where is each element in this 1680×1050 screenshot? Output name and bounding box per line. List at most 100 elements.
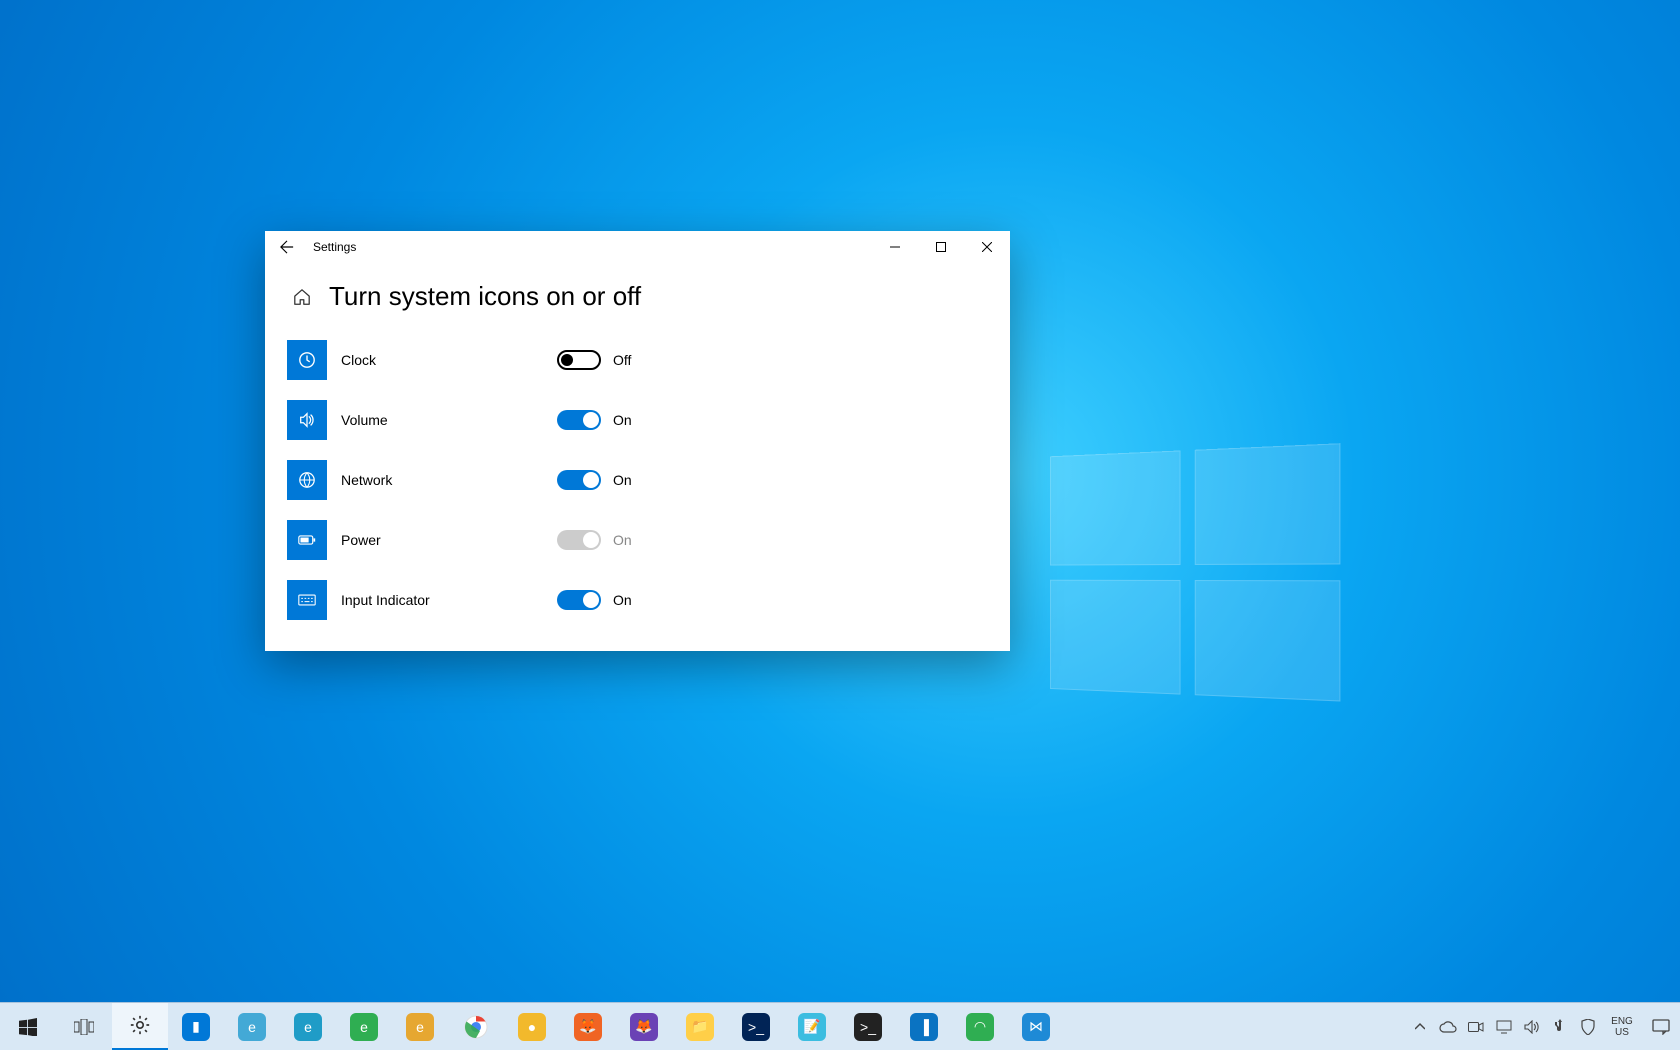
file-explorer-icon: 📁 <box>686 1013 714 1041</box>
keyboard-icon <box>287 580 327 620</box>
edge-beta-icon: e <box>294 1013 322 1041</box>
setting-label: Volume <box>327 412 557 428</box>
toggle-input-indicator[interactable] <box>557 590 601 610</box>
toggle-volume[interactable] <box>557 410 601 430</box>
vscode-icon: ⋈ <box>1022 1013 1050 1041</box>
setting-label: Clock <box>327 352 557 368</box>
taskbar-app-xbox[interactable]: ◠ <box>952 1003 1008 1050</box>
action-center-button[interactable] <box>1642 1003 1680 1050</box>
home-button[interactable] <box>287 282 317 312</box>
notification-icon <box>1652 1019 1670 1035</box>
toggle-state-label: On <box>601 592 632 608</box>
minimize-button[interactable] <box>872 231 918 263</box>
meet-now-icon[interactable] <box>1462 1003 1490 1050</box>
settings-window: Settings Turn system icons on or off Clo… <box>265 231 1010 651</box>
edge-dev-icon: e <box>350 1013 378 1041</box>
heading-row: Turn system icons on or off <box>265 263 1010 330</box>
volume-icon <box>287 400 327 440</box>
monitor-icon <box>1496 1020 1512 1034</box>
toggle-network[interactable] <box>557 470 601 490</box>
taskbar-app-phone[interactable]: ▮ <box>168 1003 224 1050</box>
firefox-dev-icon: 🦊 <box>630 1013 658 1041</box>
toggle-state-label: On <box>601 412 632 428</box>
setting-row-network: Network On <box>287 450 1010 510</box>
language-indicator[interactable]: ENG US <box>1602 1016 1642 1038</box>
start-icon <box>19 1018 37 1036</box>
taskbar-app-firefox[interactable]: 🦊 <box>560 1003 616 1050</box>
toggle-clock[interactable] <box>557 350 601 370</box>
desktop: Settings Turn system icons on or off Clo… <box>0 0 1680 1050</box>
toggle-state-label: On <box>601 472 632 488</box>
setting-row-clock: Clock Off <box>287 330 1010 390</box>
titlebar: Settings <box>265 231 1010 263</box>
toggle-state-label: Off <box>601 352 631 368</box>
firefox-icon: 🦊 <box>574 1013 602 1041</box>
taskbar: ▮eeee●🦊🦊📁>_📝>_▐◠⋈ <box>0 1002 1680 1050</box>
taskbar-app-file-explorer[interactable]: 📁 <box>672 1003 728 1050</box>
minimize-icon <box>890 242 900 252</box>
lang-top: ENG <box>1602 1016 1642 1027</box>
system-tray: ENG US <box>1406 1003 1680 1050</box>
taskbar-app-firefox-dev[interactable]: 🦊 <box>616 1003 672 1050</box>
task-view-icon <box>74 1019 94 1035</box>
camera-icon <box>1468 1021 1484 1033</box>
taskbar-app-task-view[interactable] <box>56 1003 112 1050</box>
taskbar-app-start[interactable] <box>0 1003 56 1050</box>
maximize-button[interactable] <box>918 231 964 263</box>
speaker-icon <box>1524 1020 1540 1034</box>
taskbar-app-edge[interactable]: e <box>224 1003 280 1050</box>
back-arrow-icon <box>280 240 294 254</box>
taskbar-app-chrome-canary[interactable]: ● <box>504 1003 560 1050</box>
security-tray-icon[interactable] <box>1574 1003 1602 1050</box>
clock-icon <box>287 340 327 380</box>
windows-logo-wallpaper <box>1050 443 1346 707</box>
taskbar-app-chrome[interactable] <box>448 1003 504 1050</box>
window-title: Settings <box>309 240 356 254</box>
phone-icon: ▮ <box>182 1013 210 1041</box>
edge-icon: e <box>238 1013 266 1041</box>
taskbar-app-powershell[interactable]: >_ <box>728 1003 784 1050</box>
setting-label: Network <box>327 472 557 488</box>
taskbar-app-edge-beta[interactable]: e <box>280 1003 336 1050</box>
toggle-power <box>557 530 601 550</box>
notepad-icon: 📝 <box>798 1013 826 1041</box>
powershell-icon: >_ <box>742 1013 770 1041</box>
taskbar-app-notepad[interactable]: 📝 <box>784 1003 840 1050</box>
shield-icon <box>1581 1019 1595 1035</box>
setting-row-input-indicator: Input Indicator On <box>287 570 1010 630</box>
settings-icon <box>129 1014 151 1036</box>
tray-overflow-button[interactable] <box>1406 1003 1434 1050</box>
chrome-canary-icon: ● <box>518 1013 546 1041</box>
setting-row-power: Power On <box>287 510 1010 570</box>
taskbar-app-photos[interactable]: ▐ <box>896 1003 952 1050</box>
terminal-icon: >_ <box>854 1013 882 1041</box>
taskbar-app-settings[interactable] <box>112 1003 168 1050</box>
cloud-icon <box>1439 1021 1457 1033</box>
close-button[interactable] <box>964 231 1010 263</box>
taskbar-app-edge-dev[interactable]: e <box>336 1003 392 1050</box>
maximize-icon <box>936 242 946 252</box>
network-icon <box>287 460 327 500</box>
setting-label: Input Indicator <box>327 592 557 608</box>
lang-bottom: US <box>1602 1027 1642 1038</box>
back-button[interactable] <box>265 231 309 263</box>
setting-row-volume: Volume On <box>287 390 1010 450</box>
toggle-state-label: On <box>601 532 632 548</box>
chevron-up-icon <box>1415 1022 1425 1032</box>
setting-label: Power <box>327 532 557 548</box>
volume-tray-icon[interactable] <box>1518 1003 1546 1050</box>
chrome-icon <box>464 1015 488 1039</box>
onedrive-icon[interactable] <box>1434 1003 1462 1050</box>
taskbar-app-edge-canary[interactable]: e <box>392 1003 448 1050</box>
taskbar-app-vscode[interactable]: ⋈ <box>1008 1003 1064 1050</box>
xbox-icon: ◠ <box>966 1013 994 1041</box>
photos-icon: ▐ <box>910 1013 938 1041</box>
home-icon <box>293 288 311 306</box>
close-icon <box>982 242 992 252</box>
taskbar-app-terminal[interactable]: >_ <box>840 1003 896 1050</box>
edge-canary-icon: e <box>406 1013 434 1041</box>
power-icon <box>287 520 327 560</box>
usb-tray-icon[interactable] <box>1546 1003 1574 1050</box>
page-heading: Turn system icons on or off <box>329 281 641 312</box>
network-tray-icon[interactable] <box>1490 1003 1518 1050</box>
